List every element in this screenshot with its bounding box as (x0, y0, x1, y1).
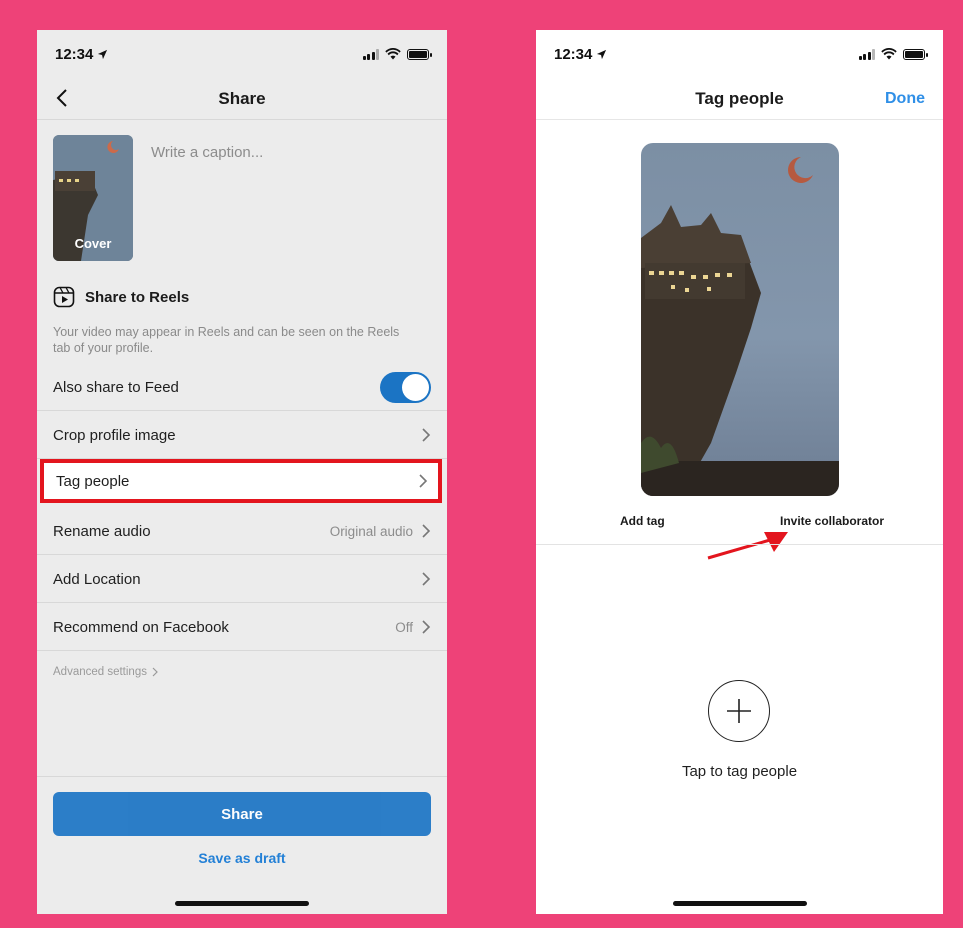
tag-people-row[interactable]: Tag people (40, 459, 442, 503)
nav-bar: Share (37, 78, 447, 120)
caption-input[interactable]: Write a caption... (151, 144, 411, 161)
add-tag-circle-button[interactable] (708, 680, 770, 742)
tag-photo[interactable] (641, 143, 839, 496)
add-location-row[interactable]: Add Location (37, 556, 447, 603)
status-icons (858, 48, 928, 60)
page-title: Tag people (695, 88, 784, 108)
status-time-text: 12:34 (554, 45, 593, 63)
recommend-label: Recommend on Facebook (53, 618, 229, 636)
rename-audio-right: Original audio (330, 524, 431, 539)
crop-profile-row[interactable]: Crop profile image (37, 412, 447, 459)
back-chevron-icon[interactable] (51, 86, 75, 110)
rename-audio-row[interactable]: Rename audio Original audio (37, 508, 447, 555)
add-tag-button[interactable]: Add tag (620, 514, 665, 528)
also-share-label: Also share to Feed (53, 378, 179, 396)
signal-icon (858, 48, 875, 60)
tag-people-screen: 12:34 Tag people Done Add tag Invite col… (536, 30, 943, 914)
reels-icon (53, 286, 75, 308)
battery-icon (407, 48, 432, 60)
share-screen: 12:34 Share Cover Write a caption... Sha… (37, 30, 447, 914)
save-draft-button[interactable]: Save as draft (37, 850, 447, 866)
status-icons (362, 48, 432, 60)
invite-collaborator-button[interactable]: Invite collaborator (780, 514, 884, 528)
add-location-label: Add Location (53, 570, 141, 588)
reels-description: Your video may appear in Reels and can b… (53, 325, 400, 355)
chevron-right-icon (422, 620, 431, 634)
recommend-right: Off (395, 620, 431, 635)
battery-icon (903, 48, 928, 60)
status-bar: 12:34 (37, 30, 447, 78)
also-share-feed-row: Also share to Feed (37, 364, 447, 411)
feed-toggle[interactable] (380, 371, 431, 403)
recommend-value: Off (395, 619, 413, 635)
home-indicator (672, 901, 807, 906)
share-button[interactable]: Share (53, 792, 431, 836)
location-arrow-icon (98, 49, 108, 59)
chevron-right-icon (422, 428, 431, 442)
reels-title: Share to Reels (85, 288, 190, 306)
nav-bar: Tag people Done (536, 78, 943, 120)
chevron-right-icon (152, 667, 158, 677)
chevron-right-icon (419, 474, 428, 488)
home-indicator (175, 901, 309, 906)
advanced-settings-link[interactable]: Advanced settings (53, 666, 158, 678)
signal-icon (362, 48, 379, 60)
rename-audio-label: Rename audio (53, 522, 151, 540)
crop-label: Crop profile image (53, 426, 176, 444)
photo-image (641, 143, 839, 496)
divider (536, 544, 943, 545)
status-time-text: 12:34 (55, 45, 94, 63)
divider (37, 776, 447, 777)
wifi-icon (881, 48, 897, 60)
chevron-right-icon (422, 572, 431, 586)
done-button[interactable]: Done (885, 90, 925, 108)
cover-label: Cover (74, 236, 112, 251)
recommend-facebook-row[interactable]: Recommend on Facebook Off (37, 604, 447, 651)
share-to-reels: Share to Reels (53, 286, 189, 308)
advanced-settings-label: Advanced settings (53, 666, 147, 678)
status-bar: 12:34 (536, 30, 943, 78)
status-time: 12:34 (55, 46, 108, 63)
page-title: Share (218, 88, 266, 108)
wifi-icon (385, 48, 401, 60)
location-arrow-icon (597, 49, 607, 59)
chevron-right-icon (422, 524, 431, 538)
status-time: 12:34 (554, 46, 607, 63)
tag-people-label: Tag people (56, 472, 130, 490)
plus-icon (727, 699, 751, 723)
cover-thumbnail[interactable]: Cover (53, 135, 133, 261)
tap-to-tag-label: Tap to tag people (681, 763, 798, 780)
rename-audio-value: Original audio (329, 523, 413, 539)
